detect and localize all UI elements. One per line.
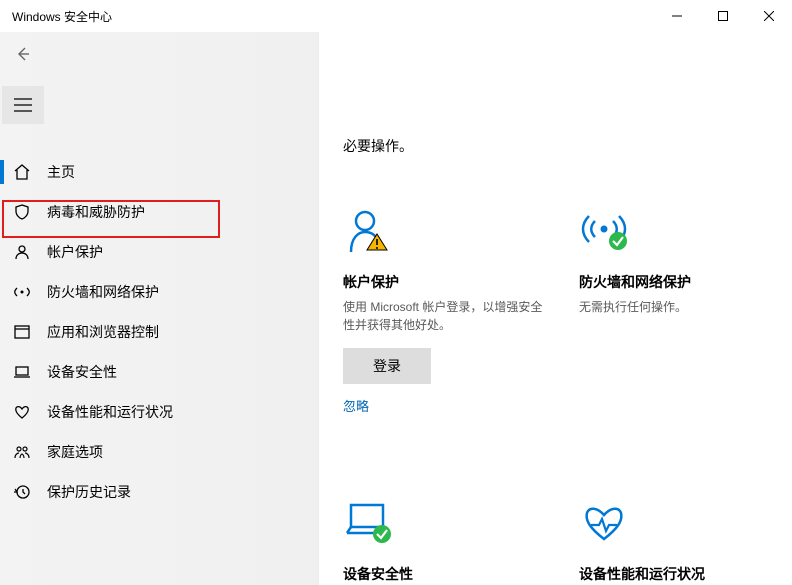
titlebar: Windows 安全中心 (0, 0, 792, 32)
sidebar-item-label: 设备安全性 (47, 362, 117, 382)
broadcast-icon (13, 283, 31, 301)
card-desc: 使用 Microsoft 帐户登录，以增强安全性并获得其他好处。 (343, 298, 543, 334)
sidebar-item-health[interactable]: 设备性能和运行状况 (0, 392, 318, 432)
sidebar-item-virus[interactable]: 病毒和威胁防护 (0, 192, 318, 232)
heart-icon (13, 403, 31, 421)
maximize-button[interactable] (700, 0, 746, 32)
hamburger-button[interactable] (2, 86, 44, 124)
content-area: 必要操作。 帐户保护 使用 Microsoft 帐户登录，以增强安全性并获得其他… (319, 32, 792, 585)
card-title: 设备安全性 (343, 564, 543, 584)
window-icon (13, 323, 31, 341)
card-title: 帐户保护 (343, 272, 543, 292)
sidebar-item-label: 应用和浏览器控制 (47, 322, 159, 342)
family-icon (13, 443, 31, 461)
dismiss-link[interactable]: 忽略 (343, 396, 369, 415)
sidebar-item-label: 防火墙和网络保护 (47, 282, 159, 302)
card-grid: 帐户保护 使用 Microsoft 帐户登录，以增强安全性并获得其他好处。 登录… (343, 204, 768, 585)
person-icon (13, 243, 31, 261)
heart-pulse-icon (579, 496, 779, 550)
sidebar-item-label: 主页 (47, 162, 75, 182)
laptop-check-icon (343, 496, 543, 550)
card-health: 设备性能和运行状况 (579, 496, 779, 585)
sidebar-item-device[interactable]: 设备安全性 (0, 352, 318, 392)
sidebar-item-account[interactable]: 帐户保护 (0, 232, 318, 272)
sidebar-item-firewall[interactable]: 防火墙和网络保护 (0, 272, 318, 312)
sidebar-item-history[interactable]: 保护历史记录 (0, 472, 318, 512)
sidebar-item-label: 帐户保护 (47, 242, 103, 262)
card-account: 帐户保护 使用 Microsoft 帐户登录，以增强安全性并获得其他好处。 登录… (343, 204, 543, 416)
nav-list: 主页 病毒和威胁防护 帐户保护 防火墙和网络保护 (0, 152, 318, 512)
laptop-icon (13, 363, 31, 381)
sidebar-item-label: 病毒和威胁防护 (47, 202, 145, 222)
window-title: Windows 安全中心 (12, 8, 112, 25)
card-firewall: 防火墙和网络保护 无需执行任何操作。 (579, 204, 779, 416)
sidebar-item-label: 保护历史记录 (47, 482, 131, 502)
intro-text: 必要操作。 (343, 136, 768, 156)
card-device: 设备安全性 查看状态并管理硬件安全功能。 (343, 496, 543, 585)
sidebar-item-label: 设备性能和运行状况 (47, 402, 173, 422)
signin-button[interactable]: 登录 (343, 348, 431, 384)
sidebar-item-label: 家庭选项 (47, 442, 103, 462)
sidebar-item-home[interactable]: 主页 (0, 152, 318, 192)
sidebar: 主页 病毒和威胁防护 帐户保护 防火墙和网络保护 (0, 32, 319, 585)
person-warning-icon (343, 204, 543, 258)
home-icon (13, 163, 31, 181)
card-title: 防火墙和网络保护 (579, 272, 779, 292)
history-icon (13, 483, 31, 501)
card-title: 设备性能和运行状况 (579, 564, 779, 584)
back-button[interactable] (2, 36, 44, 72)
sidebar-item-appbrowser[interactable]: 应用和浏览器控制 (0, 312, 318, 352)
broadcast-check-icon (579, 204, 779, 258)
minimize-button[interactable] (654, 0, 700, 32)
card-desc: 无需执行任何操作。 (579, 298, 779, 316)
sidebar-item-family[interactable]: 家庭选项 (0, 432, 318, 472)
shield-icon (13, 203, 31, 221)
close-button[interactable] (746, 0, 792, 32)
